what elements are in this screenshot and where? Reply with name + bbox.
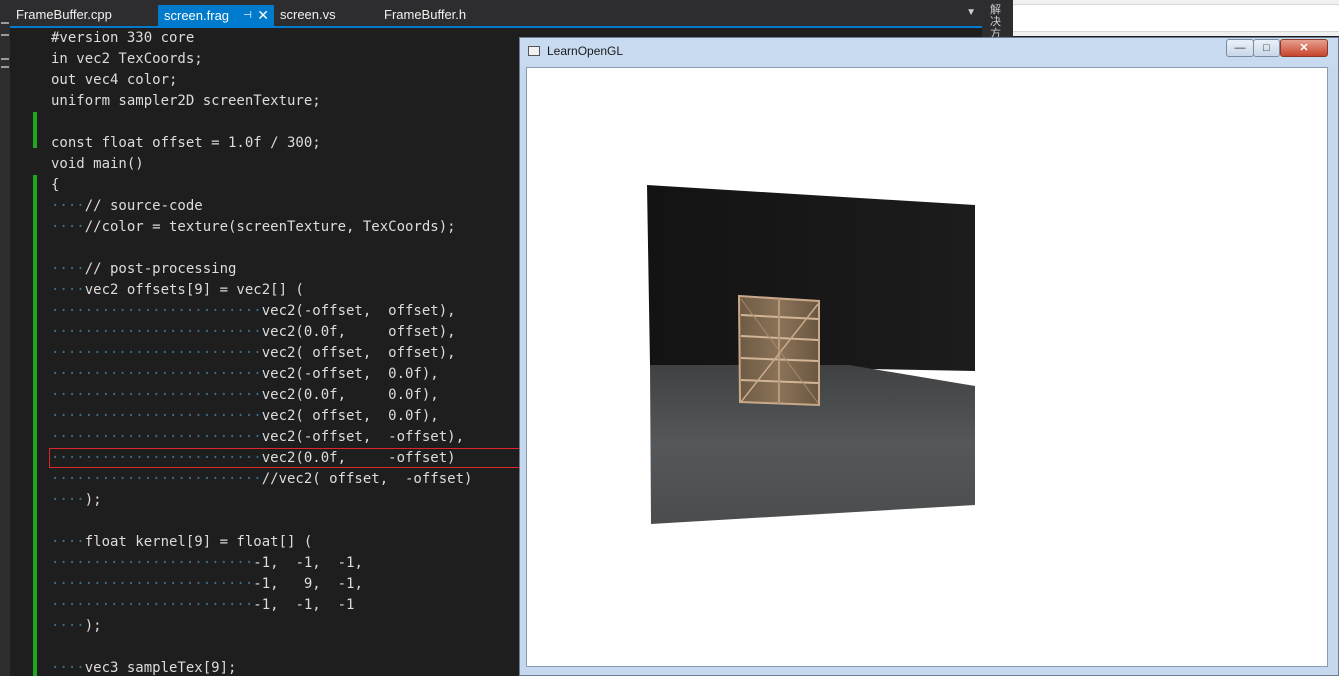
code-line: ·························vec2(0.0f, offs… bbox=[51, 324, 456, 340]
toolbar-mark bbox=[1, 22, 9, 24]
code-line: ·························vec2(0.0f, 0.0f… bbox=[51, 387, 439, 403]
left-toolbar-strip bbox=[0, 0, 10, 676]
code-line: ·························vec2( offset, 0… bbox=[51, 408, 439, 424]
side-panel-title: 解决方 bbox=[990, 4, 1001, 40]
tab-screen-frag[interactable]: screen.frag ⊣ ✕ bbox=[158, 5, 274, 26]
tab-label: screen.vs bbox=[280, 7, 336, 22]
code-line: ························-1, -1, -1, bbox=[51, 555, 363, 571]
window-title: LearnOpenGL bbox=[547, 44, 624, 58]
close-button[interactable]: ✕ bbox=[1280, 39, 1328, 57]
toolbar-mark bbox=[1, 34, 9, 36]
window-title-bar[interactable]: LearnOpenGL — □ ✕ bbox=[520, 38, 1338, 66]
code-line: ····); bbox=[51, 618, 102, 634]
change-indicator bbox=[33, 175, 37, 676]
code-editor[interactable]: #version 330 core in vec2 TexCoords; out v… bbox=[10, 28, 520, 676]
change-indicator bbox=[33, 112, 37, 148]
code-line: { bbox=[51, 177, 60, 193]
code-line: ························-1, 9, -1, bbox=[51, 576, 363, 592]
maximize-button[interactable]: □ bbox=[1253, 39, 1280, 57]
code-line: ····vec3 sampleTex[9]; bbox=[51, 660, 237, 676]
background-window bbox=[1013, 0, 1339, 36]
tab-label: FrameBuffer.h bbox=[384, 7, 467, 22]
code-line: #version 330 core bbox=[51, 30, 195, 46]
code-line: ·························vec2( offset, o… bbox=[51, 345, 456, 361]
code-line: ····float kernel[9] = float[] ( bbox=[51, 534, 313, 550]
toolbar-mark bbox=[1, 66, 9, 68]
window-icon bbox=[528, 46, 540, 56]
code-line: ·························vec2(-offset, -… bbox=[51, 429, 465, 445]
code-line: ·························vec2(-offset, o… bbox=[51, 303, 456, 319]
tab-screen-vs[interactable]: screen.vs bbox=[274, 4, 378, 26]
code-line: ····vec2 offsets[9] = vec2[] ( bbox=[51, 282, 304, 298]
code-line: ························-1, -1, -1 bbox=[51, 597, 355, 613]
code-line: ····// source-code bbox=[51, 198, 203, 214]
editor-tab-bar: FrameBuffer.cpp screen.frag ⊣ ✕ screen.v… bbox=[10, 0, 982, 28]
code-line: const float offset = 1.0f / 300; bbox=[51, 135, 321, 151]
code-line: in vec2 TexCoords; bbox=[51, 51, 203, 67]
code-line: ····//color = texture(screenTexture, Tex… bbox=[51, 219, 456, 235]
close-icon[interactable]: ✕ bbox=[257, 4, 269, 26]
background-field bbox=[1013, 4, 1339, 32]
learnopengl-window[interactable]: LearnOpenGL — □ ✕ bbox=[519, 37, 1339, 676]
wooden-crate bbox=[737, 294, 820, 407]
code-line: uniform sampler2D screenTexture; bbox=[51, 93, 321, 109]
code-line: ····); bbox=[51, 492, 102, 508]
tab-framebuffer-cpp[interactable]: FrameBuffer.cpp bbox=[10, 4, 158, 26]
code-line: ·························//vec2( offset,… bbox=[51, 471, 473, 487]
minimize-button[interactable]: — bbox=[1226, 39, 1254, 57]
toolbar-mark bbox=[1, 58, 9, 60]
rendered-scene bbox=[647, 185, 975, 524]
code-line: out vec4 color; bbox=[51, 72, 178, 88]
tab-label: screen.frag bbox=[164, 8, 230, 23]
code-line: ·························vec2(-offset, 0… bbox=[51, 366, 439, 382]
tab-framebuffer-h[interactable]: FrameBuffer.h bbox=[378, 4, 518, 26]
render-viewport[interactable] bbox=[526, 67, 1328, 667]
chevron-down-icon[interactable]: ▼ bbox=[966, 7, 976, 18]
pin-icon[interactable]: ⊣ bbox=[243, 5, 252, 27]
code-line: void main() bbox=[51, 156, 144, 172]
tab-label: FrameBuffer.cpp bbox=[16, 7, 112, 22]
highlight-box bbox=[49, 448, 520, 468]
code-line: ····// post-processing bbox=[51, 261, 237, 277]
